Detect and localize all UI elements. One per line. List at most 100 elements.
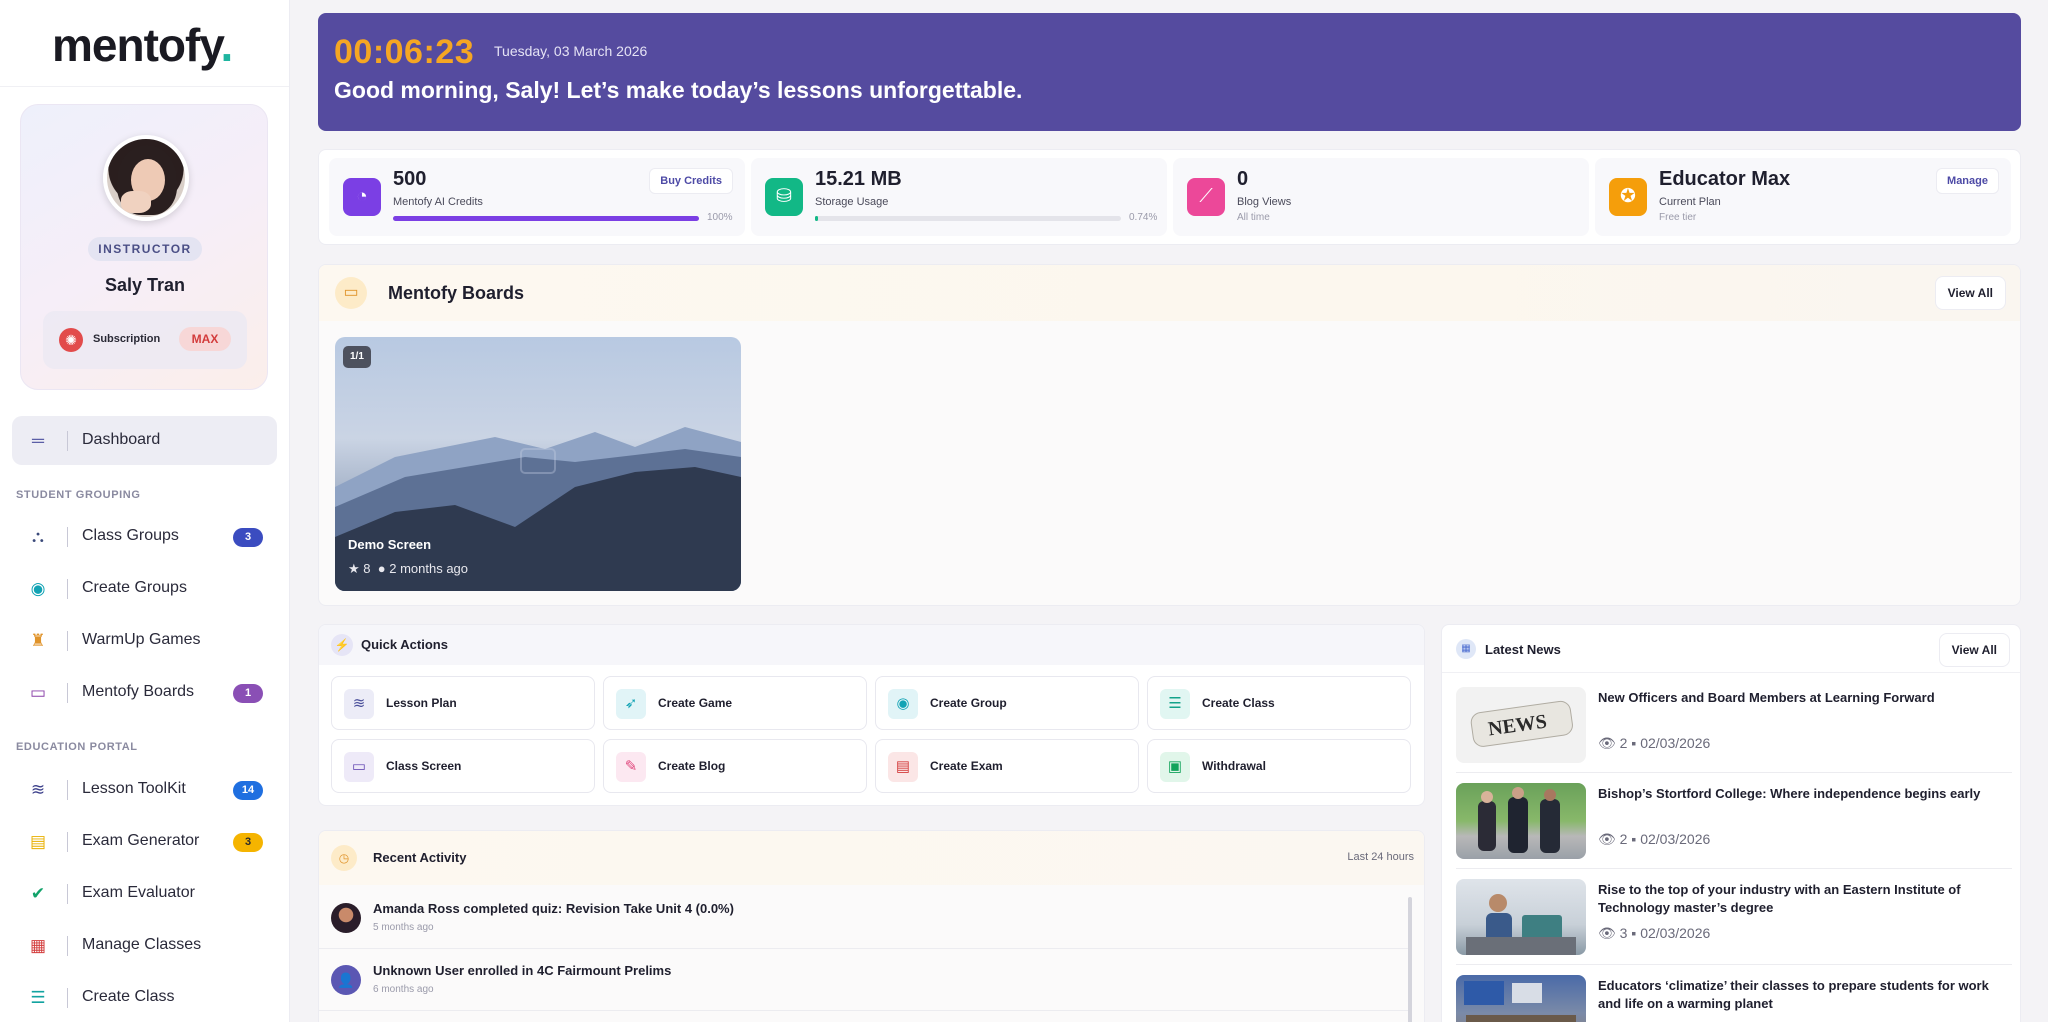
activity-item[interactable]: Amanda Ross completed quiz: Revision Tak… — [319, 887, 1409, 949]
current-date: Tuesday, 03 March 2026 — [494, 43, 648, 59]
news-title: Bishop’s Stortford College: Where indepe… — [1598, 786, 1981, 801]
greeting-banner: 00:06:23 Tuesday, 03 March 2026 Good mor… — [318, 13, 2021, 131]
nav-dashboard-label: Dashboard — [82, 431, 161, 448]
action-create-exam[interactable]: ▤ Create Exam — [875, 739, 1139, 793]
profile-card: INSTRUCTOR Saly Tran ✺ Subscription MAX — [20, 104, 268, 390]
nav-exam-generator[interactable]: ▤ Exam Generator 3 — [12, 819, 277, 865]
news-item[interactable]: Educators ‘climatize’ their classes to p… — [1456, 969, 2012, 1022]
nav-exam-evaluator[interactable]: ✔ Exam Evaluator — [12, 871, 277, 917]
news-views: 2 — [1619, 735, 1628, 751]
quick-actions-panel: ⚡ Quick Actions ≋ Lesson Plan ➶ Create G… — [318, 624, 1425, 806]
news-item[interactable]: NEWS New Officers and Board Members at L… — [1456, 681, 2012, 773]
count-badge: 1 — [233, 684, 263, 703]
nav-create-class[interactable]: ☰ Create Class — [12, 975, 277, 1021]
nav-label: Exam Generator — [82, 832, 200, 849]
nav-label: WarmUp Games — [82, 631, 201, 648]
nav-label: Mentofy Boards — [82, 683, 195, 700]
news-thumbnail: NEWS — [1456, 687, 1586, 763]
count-badge: 3 — [233, 528, 263, 547]
recent-activity-header: ◷ Recent Activity Last 24 hours — [319, 831, 1424, 885]
subscription-label: Subscription — [93, 333, 161, 345]
action-label: Create Blog — [658, 759, 726, 773]
storage-percent: 0.74% — [1129, 212, 1158, 223]
nav-create-groups[interactable]: ◉ Create Groups — [12, 566, 277, 612]
stat-value: 15.21 MB — [815, 168, 902, 190]
pen-icon: ✎ — [616, 752, 646, 782]
stat-sub: All time — [1237, 212, 1270, 223]
nav-manage-classes[interactable]: ▦ Manage Classes — [12, 923, 277, 969]
action-label: Withdrawal — [1202, 759, 1266, 773]
clock-icon: ◷ — [331, 845, 357, 871]
credits-progress — [393, 216, 699, 221]
nav-label: Create Groups — [82, 579, 187, 596]
action-label: Create Group — [930, 696, 1007, 710]
nav-lesson-toolkit[interactable]: ≋ Lesson ToolKit 14 — [12, 767, 277, 813]
stat-storage: ⛁ 15.21 MB Storage Usage 0.74% — [751, 158, 1167, 236]
section-education-portal: EDUCATION PORTAL — [16, 741, 138, 753]
laptop-icon: ▭ — [335, 277, 367, 309]
boards-view-all-button[interactable]: View All — [1934, 276, 2006, 310]
mountain-landscape-image — [335, 427, 741, 591]
nav-warmup-games[interactable]: ♜ WarmUp Games — [12, 618, 277, 664]
board-stars: 8 — [363, 561, 371, 576]
laptop-icon: ▭ — [344, 752, 374, 782]
recent-activity-title: Recent Activity — [373, 850, 467, 865]
action-class-screen[interactable]: ▭ Class Screen — [331, 739, 595, 793]
action-lesson-plan[interactable]: ≋ Lesson Plan — [331, 676, 595, 730]
avatar[interactable] — [103, 135, 189, 221]
credits-percent: 100% — [707, 212, 733, 223]
cash-icon: ▣ — [1160, 752, 1190, 782]
activity-time: 6 months ago — [373, 984, 434, 995]
brand-dot: . — [220, 19, 234, 71]
stat-value: Educator Max — [1659, 168, 1791, 190]
calendar-icon: ▪ — [1631, 831, 1637, 847]
action-create-game[interactable]: ➶ Create Game — [603, 676, 867, 730]
list-indent-icon: ☰ — [30, 988, 46, 1007]
action-label: Class Screen — [386, 759, 462, 773]
nav-mentofy-boards[interactable]: ▭ Mentofy Boards 1 — [12, 670, 277, 716]
action-withdrawal[interactable]: ▣ Withdrawal — [1147, 739, 1411, 793]
activity-item[interactable]: 👤 Unknown User enrolled in 4C Fairmount … — [319, 949, 1409, 1011]
layers-icon: ≋ — [30, 780, 46, 799]
news-view-all-button[interactable]: View All — [1938, 633, 2010, 667]
nav-class-groups[interactable]: ⛬ Class Groups 3 — [12, 514, 277, 560]
nav-dashboard-row[interactable]: ═ Dashboard — [12, 418, 277, 464]
action-label: Lesson Plan — [386, 696, 457, 710]
subscription-box[interactable]: ✺ Subscription MAX — [43, 311, 247, 369]
news-item[interactable]: Bishop’s Stortford College: Where indepe… — [1456, 777, 2012, 869]
gear-badge-icon: ✺ — [59, 328, 83, 352]
rocket-icon: ➶ — [616, 689, 646, 719]
clock-icon: ● — [377, 561, 386, 576]
user-icon: 👤 — [331, 965, 361, 995]
news-thumbnail — [1456, 783, 1586, 859]
activity-text: Amanda Ross completed quiz: Revision Tak… — [373, 901, 734, 916]
news-meta: 👁 2 ▪ 02/03/2026 — [1598, 735, 1710, 752]
stat-value: 500 — [393, 168, 427, 190]
calendar-icon: ▪ — [1631, 735, 1637, 751]
list-indent-icon: ☰ — [1160, 689, 1190, 719]
board-card[interactable]: 1/1 Demo Screen ★ 8 ● 2 months ago — [335, 337, 741, 591]
news-item[interactable]: Rise to the top of your industry with an… — [1456, 873, 2012, 965]
boards-header: ▭ Mentofy Boards View All — [319, 265, 2020, 321]
action-create-blog[interactable]: ✎ Create Blog — [603, 739, 867, 793]
news-meta: 👁 2 ▪ 02/03/2026 — [1598, 831, 1710, 848]
buy-credits-button[interactable]: Buy Credits — [649, 168, 733, 194]
manage-plan-button[interactable]: Manage — [1936, 168, 1999, 194]
boards-title: Mentofy Boards — [388, 283, 525, 303]
board-meta: ★ 8 ● 2 months ago — [348, 561, 468, 577]
action-label: Create Game — [658, 696, 733, 710]
nav-label: Lesson ToolKit — [82, 780, 186, 797]
action-create-group[interactable]: ◉ Create Group — [875, 676, 1139, 730]
mentofy-boards-panel: ▭ Mentofy Boards View All 1/1 Demo Scree… — [318, 264, 2021, 606]
newspaper-icon: ▦ — [1456, 639, 1476, 659]
brand-logo[interactable]: mentofy. — [52, 18, 234, 72]
sidebar: mentofy. INSTRUCTOR Saly Tran ✺ Subscrip… — [0, 0, 290, 1022]
lightning-icon: ⚡ — [331, 634, 353, 656]
activity-scrollbar[interactable] — [1408, 897, 1412, 1022]
calendar-icon: ▪ — [1631, 925, 1637, 941]
eye-icon: 👁 — [1598, 925, 1616, 941]
action-create-class[interactable]: ☰ Create Class — [1147, 676, 1411, 730]
logo-divider — [0, 86, 289, 87]
stat-blog-views: ⟋ 0 Blog Views All time — [1173, 158, 1589, 236]
laptop-icon: ▭ — [29, 683, 47, 702]
